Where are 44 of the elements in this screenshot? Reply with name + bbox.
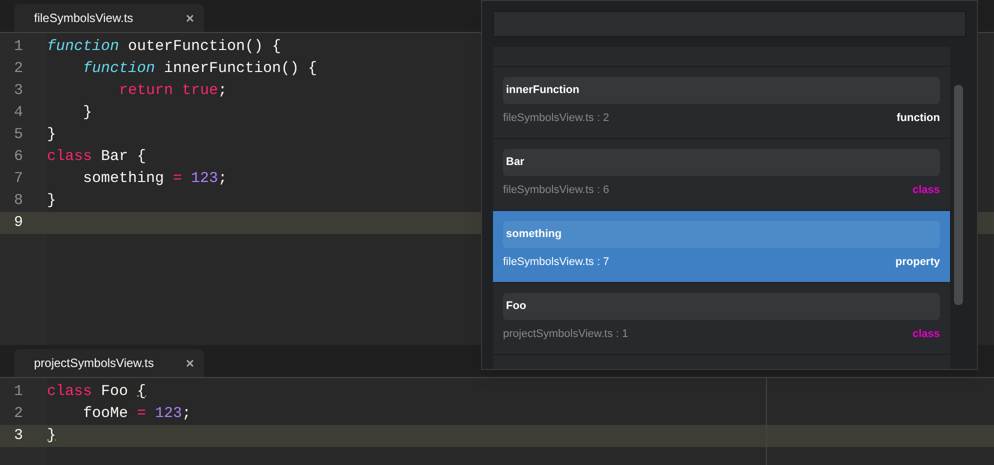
close-icon[interactable]: ×: [186, 11, 194, 25]
symbol-name: innerFunction: [503, 77, 940, 104]
symbol-type: function: [896, 111, 940, 126]
code-line: return true;: [118, 82, 228, 99]
code-line: }: [47, 427, 56, 444]
code-line: class Foo {: [47, 383, 146, 400]
symbol-item[interactable]: Bar fileSymbolsView.ts : 6 class: [493, 139, 950, 211]
line-number: 5: [13, 125, 24, 145]
symbol-location: projectSymbolsView.ts : 1: [503, 327, 628, 342]
code-line: fooMe = 123;: [82, 405, 192, 422]
line-number: 3: [0, 425, 47, 447]
code-line: class Bar {: [47, 148, 146, 165]
symbol-item[interactable]: something fileSymbolsView.ts : 7 property: [493, 211, 950, 283]
line-number: 1: [13, 37, 24, 57]
code-line: }: [47, 126, 56, 143]
symbol-type: class: [912, 183, 940, 198]
line-number: 9: [0, 212, 47, 234]
symbol-location: fileSymbolsView.ts : 2: [503, 111, 610, 126]
file-tab[interactable]: fileSymbolsView.ts ×: [14, 4, 204, 32]
symbol-item[interactable]: innerFunction fileSymbolsView.ts : 2 function: [493, 67, 950, 139]
symbol-name: something: [503, 221, 940, 248]
line-number: 8: [13, 191, 24, 211]
code-line: something = 123;: [82, 170, 228, 187]
line-number: 3: [13, 81, 24, 101]
symbol-type: class: [912, 327, 940, 342]
code-line: }: [82, 104, 92, 121]
symbol-name: Foo: [503, 293, 940, 320]
line-number: 1: [13, 382, 24, 402]
code-line: }: [47, 192, 56, 209]
file-tab[interactable]: projectSymbolsView.ts ×: [14, 349, 204, 377]
line-number: 7: [13, 169, 24, 189]
symbol-type: property: [895, 255, 940, 270]
symbol-location: fileSymbolsView.ts : 6: [503, 183, 610, 198]
symbol-item[interactable]: Foo projectSymbolsView.ts : 1 class: [493, 283, 950, 355]
line-number: 2: [13, 59, 24, 79]
line-number: 6: [13, 147, 24, 167]
line-number: 4: [13, 103, 24, 123]
line-number: 2: [13, 404, 24, 424]
close-icon[interactable]: ×: [186, 356, 194, 370]
symbol-location: fileSymbolsView.ts : 7: [503, 255, 610, 270]
symbol-name: Bar: [503, 149, 940, 176]
code-line: function outerFunction() {: [47, 38, 282, 55]
code-line: function innerFunction() {: [82, 60, 318, 77]
scrollbar-thumb[interactable]: [954, 85, 962, 305]
